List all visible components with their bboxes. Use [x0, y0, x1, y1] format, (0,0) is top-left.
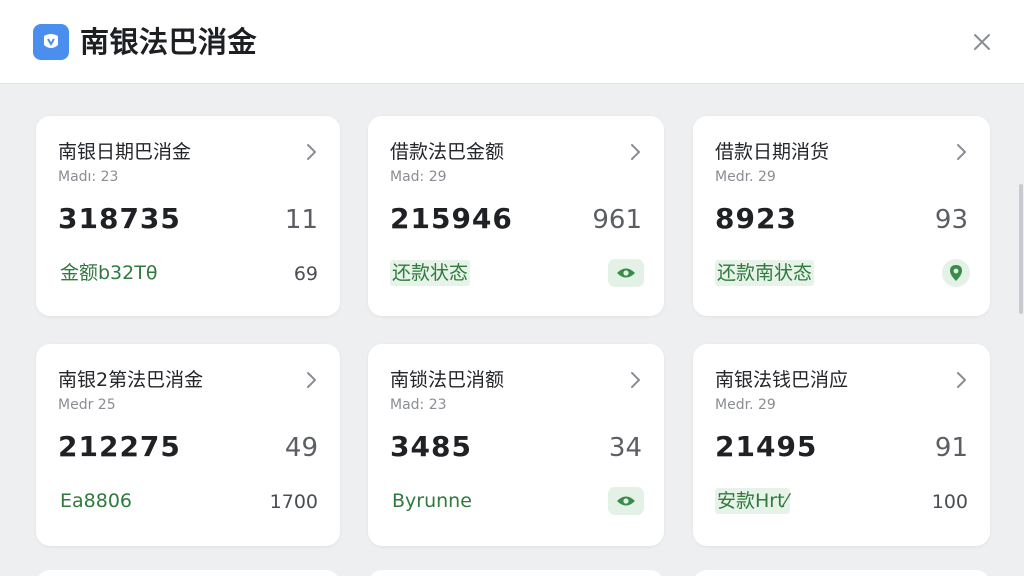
- chevron-right-icon[interactable]: [302, 370, 320, 390]
- card-value: 3485: [390, 430, 472, 463]
- app-header: 南银法巴消金: [0, 0, 1024, 84]
- close-button[interactable]: [970, 30, 994, 54]
- metric-card[interactable]: 南银日期巴消金 Madı: 23 318735 11 金额b32Tθ 69: [36, 116, 340, 316]
- card-count: 93: [934, 205, 968, 235]
- card-value: 8923: [715, 202, 797, 235]
- card-count: 11: [284, 205, 318, 235]
- card-right-value: 100: [931, 491, 968, 513]
- eye-icon[interactable]: [608, 259, 644, 287]
- chevron-right-icon[interactable]: [952, 370, 970, 390]
- card-right-value: 69: [293, 263, 318, 285]
- card-title: 南银2第法巴消金: [58, 369, 204, 391]
- card-value: 21495: [715, 430, 818, 463]
- metric-card[interactable]: 南锁法巴消额 Mad: 23 3485 34 Byrunne: [368, 344, 664, 546]
- app-logo-icon: [33, 24, 69, 60]
- chevron-right-icon[interactable]: [952, 142, 970, 162]
- location-pin-icon[interactable]: [942, 259, 970, 287]
- close-icon: [974, 34, 990, 50]
- card-title: 南银法钱巴消应: [715, 369, 849, 391]
- chevron-right-icon[interactable]: [302, 142, 320, 162]
- card-title: 借款日期消货: [715, 141, 830, 163]
- card-title: 南锁法巴消额: [390, 369, 505, 391]
- card-subtitle: Madı: 23: [58, 169, 119, 185]
- card-value: 215946: [390, 202, 513, 235]
- card-peek: [36, 570, 340, 576]
- card-peek: [693, 570, 990, 576]
- metric-card[interactable]: 借款日期消货 Medr. 29 8923 93 还款南状态: [693, 116, 990, 316]
- status-label: 还款南状态: [715, 260, 815, 286]
- card-peek: [368, 570, 664, 576]
- status-label: Ea8806: [60, 490, 133, 512]
- chevron-right-icon[interactable]: [626, 142, 644, 162]
- card-count: 961: [592, 205, 642, 235]
- page-title: 南银法巴消金: [80, 25, 258, 59]
- metric-card[interactable]: 南银2第法巴消金 Medr 25 212275 49 Ea8806 1700: [36, 344, 340, 546]
- metric-card[interactable]: 借款法巴金额 Mad: 29 215946 961 还款状态: [368, 116, 664, 316]
- card-subtitle: Mad: 23: [390, 397, 447, 413]
- status-label: 安款Hrt⁄: [715, 488, 790, 514]
- card-count: 34: [608, 433, 642, 463]
- card-subtitle: Medr 25: [58, 397, 116, 413]
- card-right-value: 1700: [269, 491, 318, 513]
- status-label: 金额b32Tθ: [60, 262, 158, 284]
- card-value: 212275: [58, 430, 181, 463]
- card-subtitle: Medr. 29: [715, 169, 776, 185]
- chevron-right-icon[interactable]: [626, 370, 644, 390]
- card-title: 南银日期巴消金: [58, 141, 192, 163]
- card-subtitle: Mad: 29: [390, 169, 447, 185]
- card-title: 借款法巴金额: [390, 141, 505, 163]
- card-subtitle: Medr. 29: [715, 397, 776, 413]
- eye-icon[interactable]: [608, 487, 644, 515]
- status-label: 还款状态: [390, 260, 471, 286]
- card-value: 318735: [58, 202, 181, 235]
- card-count: 49: [284, 433, 318, 463]
- metric-card[interactable]: 南银法钱巴消应 Medr. 29 21495 91 安款Hrt⁄ 100: [693, 344, 990, 546]
- card-count: 91: [934, 433, 968, 463]
- scrollbar[interactable]: [1018, 84, 1024, 576]
- scrollbar-thumb[interactable]: [1019, 184, 1023, 314]
- status-label: Byrunne: [392, 490, 472, 512]
